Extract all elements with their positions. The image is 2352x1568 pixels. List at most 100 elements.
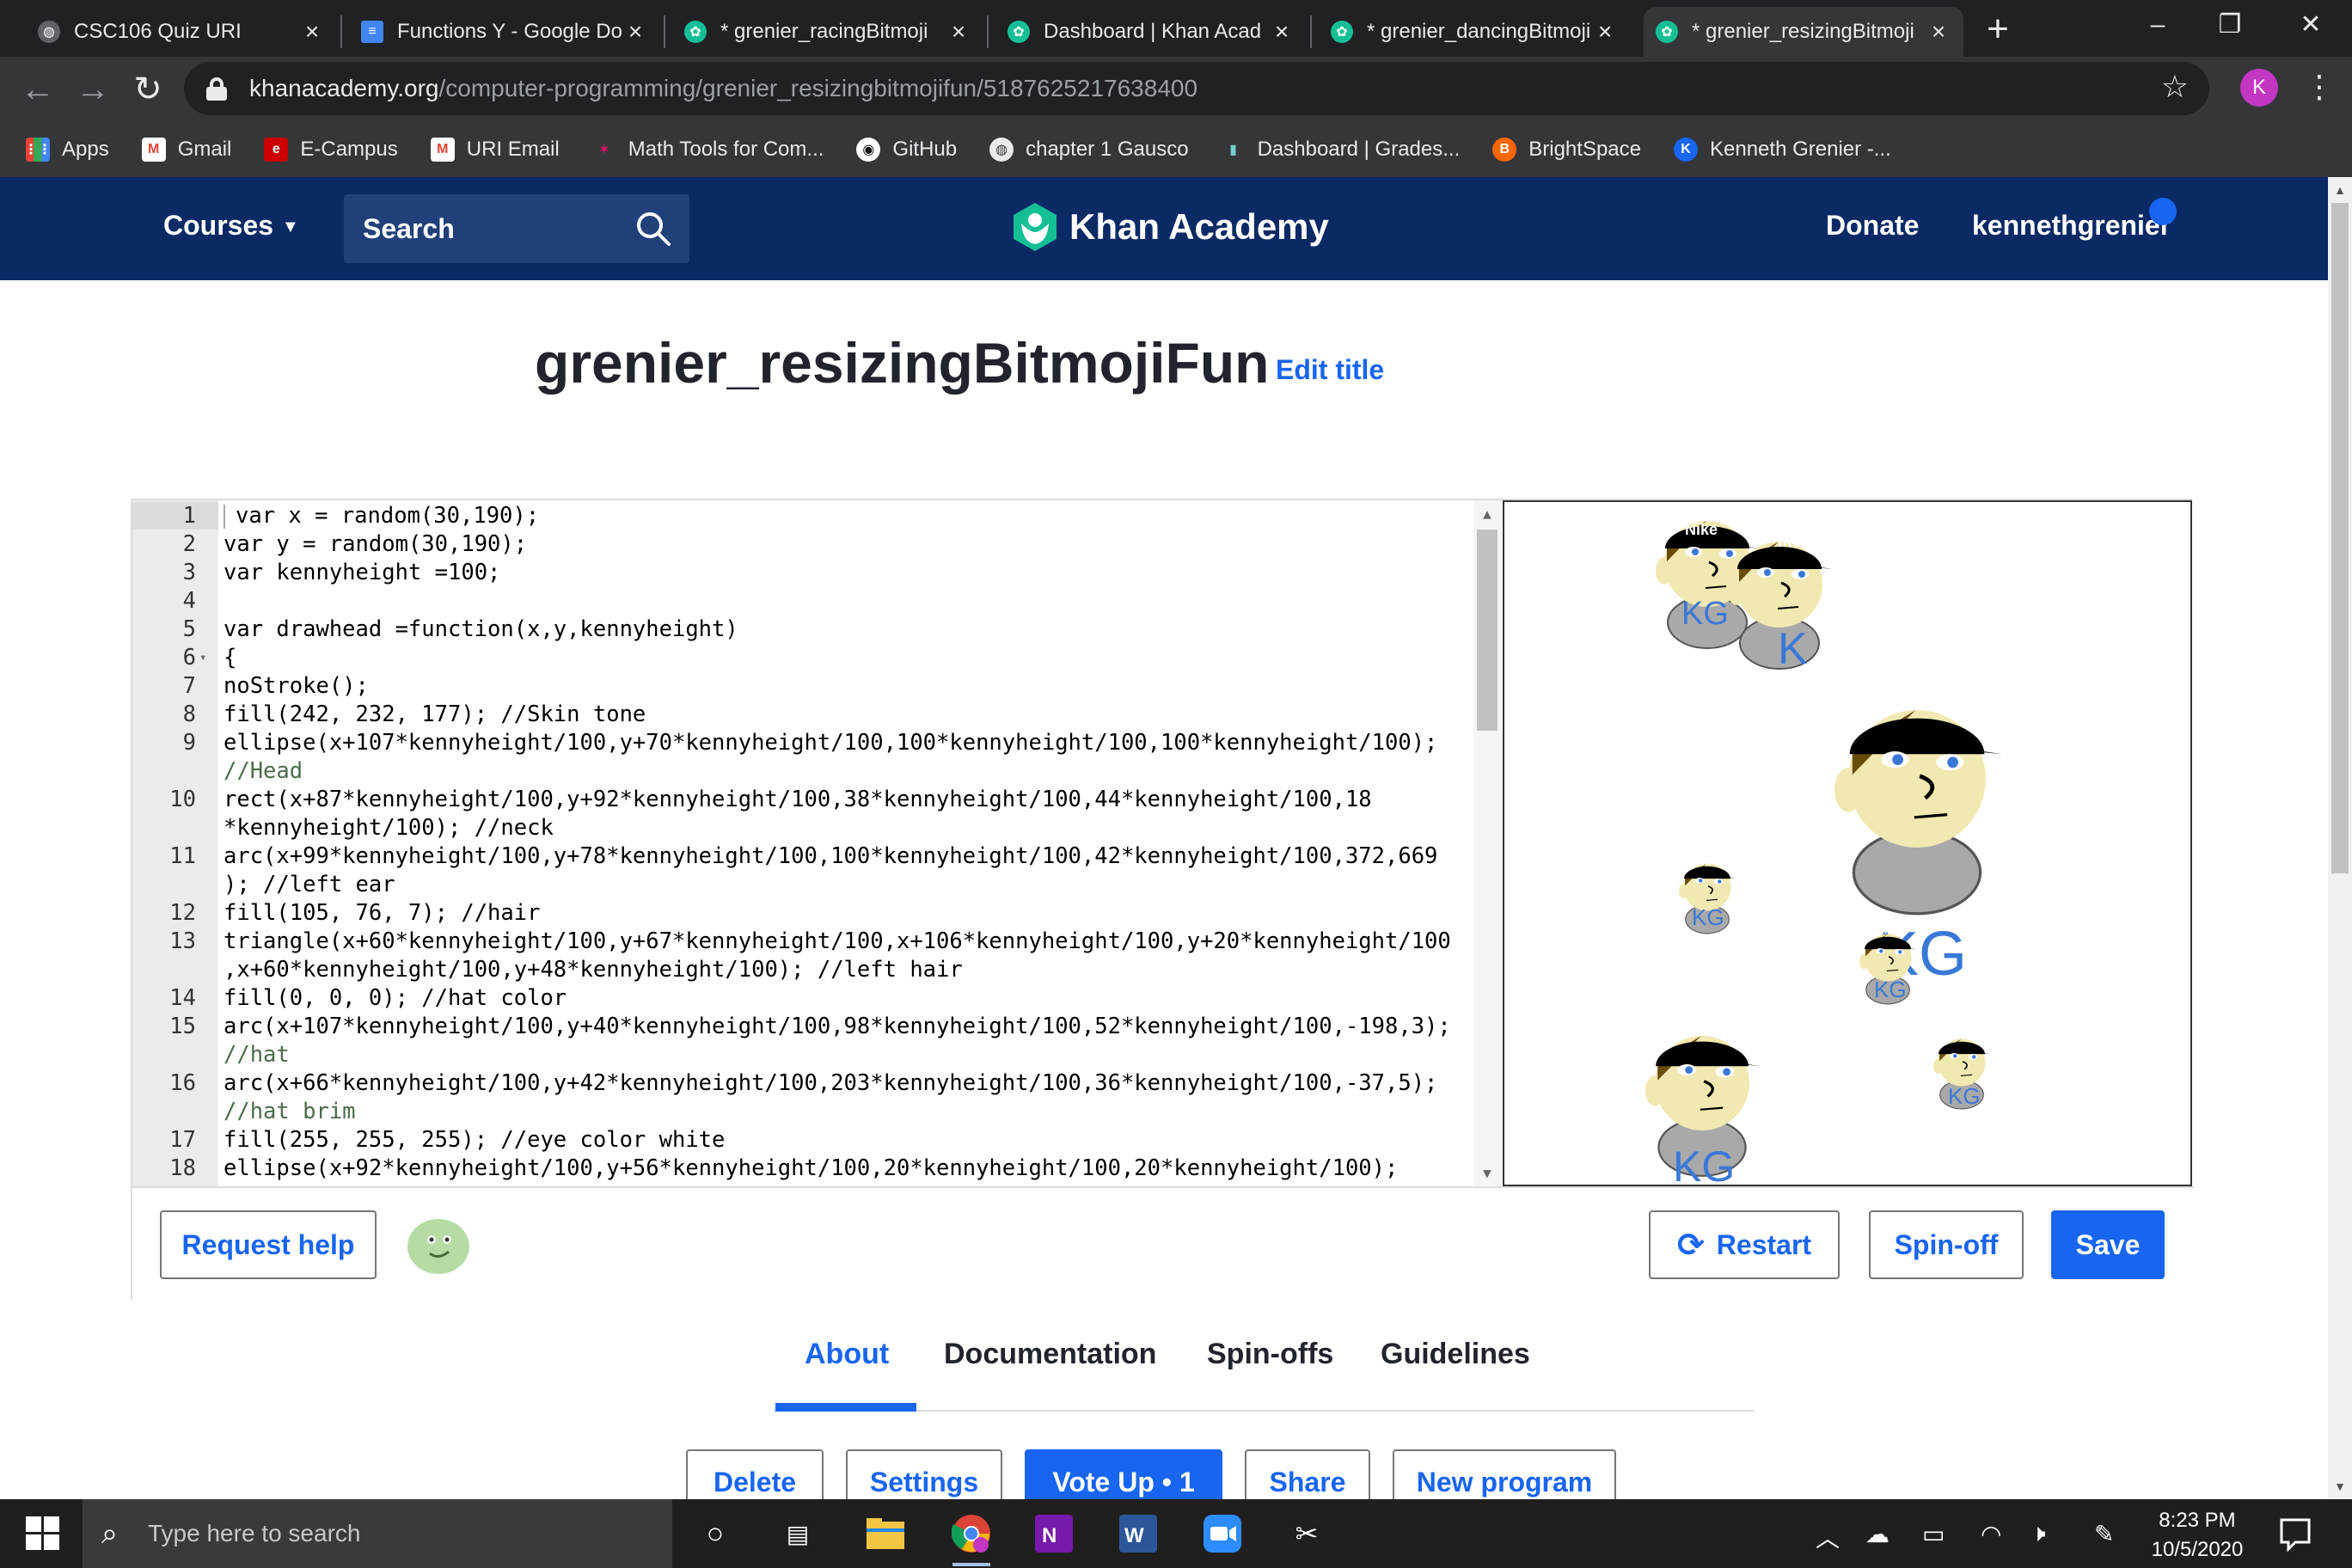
battery-icon[interactable]: ▭ [1922, 1520, 1945, 1548]
tab-google-docs[interactable]: ≡ Functions Y - Google Do × [349, 7, 660, 57]
tab-dancing-bitmoji[interactable]: ✿ * grenier_dancingBitmoji × [1319, 7, 1630, 57]
line-number: 14 [169, 985, 196, 1011]
chevron-up-icon[interactable]: ︿ [1816, 1520, 1840, 1554]
shirt-label: KG [1948, 1083, 1981, 1109]
bookmark-math-tools[interactable]: ✶ Math Tools for Com... [591, 138, 824, 162]
close-icon[interactable]: × [299, 18, 325, 46]
new-program-button[interactable]: New program [1393, 1449, 1616, 1499]
code-line: ellipse(x+107*kennyheight/100,y+70*kenny… [224, 730, 1438, 756]
hat-label: Nike [1950, 1032, 1969, 1041]
spin-off-button[interactable]: Spin-off [1869, 1210, 2024, 1279]
bookmark-uri-email[interactable]: M URI Email [430, 138, 560, 162]
tab-spin-offs[interactable]: Spin-offs [1207, 1338, 1333, 1371]
address-bar[interactable]: khanacademy.org/computer-programming/gre… [184, 62, 2209, 115]
taskbar-search[interactable]: ⌕ Type here to search [83, 1499, 672, 1568]
menu-kebab-icon[interactable]: ⋮ [2304, 65, 2335, 108]
line-number: 13 [169, 928, 196, 954]
wifi-icon[interactable]: ◠ [1981, 1520, 2001, 1548]
tab-resizing-bitmoji[interactable]: ✿ * grenier_resizingBitmoji × [1644, 7, 1963, 57]
request-help-button[interactable]: Request help [160, 1210, 377, 1279]
khan-academy-logo[interactable]: Khan Academy [1011, 201, 1329, 253]
donate-link[interactable]: Donate [1826, 210, 1919, 242]
scrollbar-thumb[interactable] [2331, 203, 2349, 873]
forward-arrow-icon[interactable]: → [69, 65, 117, 113]
close-icon[interactable]: × [1269, 18, 1295, 46]
code-line: var y = random(30,190); [224, 531, 528, 557]
scrollbar-thumb[interactable] [1477, 530, 1498, 731]
notification-center-icon[interactable] [2278, 1515, 2312, 1553]
settings-button[interactable]: Settings [846, 1449, 1002, 1499]
zoom-icon[interactable] [1200, 1511, 1245, 1556]
bookmark-dashboard-grades[interactable]: ▮ Dashboard | Grades... [1221, 138, 1460, 162]
restore-button[interactable]: ❐ [2189, 0, 2271, 53]
scroll-down-icon[interactable]: ▼ [2328, 1475, 2352, 1498]
pen-icon[interactable]: ✎ [2094, 1520, 2114, 1548]
file-explorer-icon[interactable] [863, 1511, 908, 1556]
scroll-up-icon[interactable]: ▲ [2328, 179, 2352, 201]
system-clock[interactable]: 8:23 PM 10/5/2020 [2146, 1506, 2249, 1565]
bitmoji-figure [1834, 710, 2002, 914]
tab-about[interactable]: About [805, 1338, 889, 1371]
math-tools-icon: ✶ [591, 138, 616, 162]
bookmark-star-icon[interactable]: ☆ [2161, 69, 2189, 105]
cloud-off-icon[interactable]: ☁ [1865, 1520, 1890, 1548]
task-view-icon[interactable]: ▤ [775, 1511, 820, 1556]
bookmark-gmail[interactable]: M Gmail [141, 138, 231, 162]
close-icon[interactable]: × [622, 18, 648, 46]
share-button[interactable]: Share [1245, 1449, 1370, 1499]
search-input[interactable]: Search [344, 194, 689, 263]
bookmark-ecampus[interactable]: e E-Campus [264, 138, 398, 162]
cortana-icon[interactable]: ○ [693, 1511, 738, 1556]
scroll-up-icon[interactable]: ▲ [1473, 505, 1501, 522]
tab-dashboard-khan[interactable]: ✿ Dashboard | Khan Acad × [995, 7, 1307, 57]
volume-icon[interactable]: 🕨 [2030, 1520, 2046, 1548]
word-icon[interactable]: W [1116, 1511, 1161, 1556]
bookmark-apps[interactable]: ⋮⋮ Apps [24, 138, 109, 162]
minimize-button[interactable]: – [2116, 0, 2199, 53]
back-arrow-icon[interactable]: ← [14, 65, 62, 113]
tab-documentation[interactable]: Documentation [944, 1338, 1156, 1371]
scroll-down-icon[interactable]: ▼ [1473, 1165, 1501, 1181]
restart-button[interactable]: ⟳ Restart [1649, 1210, 1840, 1279]
oh-noes-guy-icon[interactable] [406, 1214, 471, 1276]
reload-icon[interactable]: ↻ [124, 65, 172, 113]
tab-strip: ◍ CSC106 Quiz URI × ≡ Functions Y - Goog… [0, 0, 2352, 57]
code-line: fill(105, 76, 7); //hair [224, 900, 541, 926]
windows-start-icon[interactable] [26, 1516, 60, 1551]
apps-grid-icon: ⋮⋮ [24, 138, 52, 162]
chrome-icon[interactable] [949, 1511, 994, 1566]
close-window-button[interactable]: ✕ [2269, 0, 2352, 53]
tab-racing-bitmoji[interactable]: ✿ * grenier_racingBitmoji × [672, 7, 983, 57]
profile-avatar[interactable]: K [2240, 69, 2278, 107]
code-line: fill(242, 232, 177); //Skin tone [224, 701, 646, 727]
tab-csc106-quiz[interactable]: ◍ CSC106 Quiz URI × [26, 7, 337, 57]
courses-menu[interactable]: Courses ▼ [163, 210, 299, 242]
close-icon[interactable]: × [946, 18, 971, 46]
code-area[interactable]: var x = random(30,190); var y = random(3… [224, 500, 1485, 1181]
save-button[interactable]: Save [2051, 1210, 2165, 1279]
tab-title: Functions Y - Google Do [397, 20, 622, 43]
onenote-icon[interactable]: N [1032, 1511, 1076, 1556]
fold-arrow-icon[interactable]: ▾ [199, 644, 206, 672]
bookmark-github[interactable]: ◉ GitHub [856, 138, 957, 162]
code-line: var kennyheight =100; [224, 560, 501, 585]
bookmark-kenneth-grenier[interactable]: K Kenneth Grenier -... [1674, 138, 1891, 162]
output-canvas[interactable]: Nike KG ike K Nike KG Nike KG Nike KG Ni… [1503, 500, 2192, 1191]
bookmark-brightspace[interactable]: B BrightSpace [1492, 138, 1641, 162]
tab-guidelines[interactable]: Guidelines [1381, 1338, 1530, 1371]
code-line: fill(255, 255, 255); //eye color white [224, 1127, 726, 1153]
editor-scrollbar[interactable]: ▲ ▼ [1473, 500, 1501, 1186]
new-tab-button[interactable]: + [1974, 5, 2022, 53]
notification-dot[interactable] [2149, 198, 2177, 225]
bookmark-chapter1[interactable]: ◍ chapter 1 Gausco [989, 138, 1189, 162]
url-text[interactable]: khanacademy.org/computer-programming/gre… [249, 75, 1197, 102]
snipping-tool-icon[interactable]: ✂ [1284, 1511, 1329, 1556]
page-scrollbar[interactable]: ▲ ▼ [2328, 177, 2352, 1499]
code-editor[interactable]: 1 2 3 4 5 6 ▾ 7 8 9 10 11 12 13 14 15 16 [132, 500, 1501, 1186]
edit-title-link[interactable]: Edit title [1276, 354, 1384, 386]
user-menu[interactable]: kennethgrenier [1972, 210, 2171, 242]
vote-up-button[interactable]: Vote Up • 1 [1025, 1449, 1222, 1499]
close-icon[interactable]: × [1592, 18, 1618, 46]
close-icon[interactable]: × [1926, 18, 1951, 46]
delete-button[interactable]: Delete [686, 1449, 824, 1499]
